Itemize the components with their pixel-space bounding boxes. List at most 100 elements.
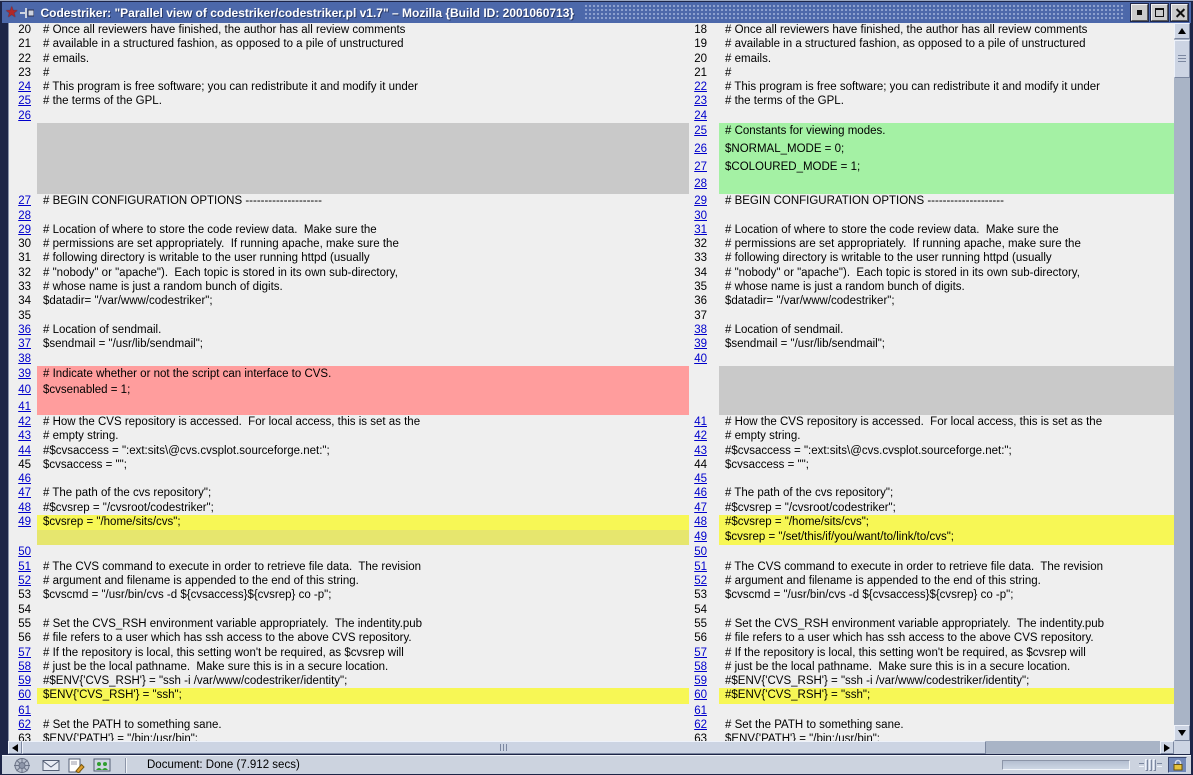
line-number-link[interactable]: 51 xyxy=(18,561,31,573)
line-number-link[interactable]: 57 xyxy=(694,647,707,659)
code-line-left: # following directory is writable to the… xyxy=(37,251,689,265)
line-number-link[interactable]: 59 xyxy=(694,675,707,687)
line-number-link[interactable]: 43 xyxy=(694,445,707,457)
minimize-button[interactable] xyxy=(1131,4,1148,21)
diff-row: 61 61 xyxy=(9,704,1174,718)
code-line-right: $ENV{'PATH'} = "/bin:/usr/bin"; xyxy=(719,732,1174,741)
code-line-right: # the terms of the GPL. xyxy=(719,94,1174,108)
line-number-link[interactable]: 31 xyxy=(694,224,707,236)
line-number-link[interactable]: 43 xyxy=(18,430,31,442)
security-lock-button[interactable] xyxy=(1168,757,1187,773)
line-number-link[interactable]: 29 xyxy=(694,195,707,207)
code-line-left: $cvscmd = "/usr/bin/cvs -d ${cvsaccess}$… xyxy=(37,588,689,602)
statusbar-grippy[interactable] xyxy=(1138,759,1162,771)
left-line-number-cell: 42 xyxy=(9,415,37,429)
line-number-link[interactable]: 48 xyxy=(694,516,707,528)
left-line-number-cell: 44 xyxy=(9,444,37,458)
line-number-link[interactable]: 38 xyxy=(18,353,31,365)
window-pin-icon[interactable] xyxy=(20,6,34,20)
line-number-link[interactable]: 29 xyxy=(18,224,31,236)
line-number-link[interactable]: 52 xyxy=(18,575,31,587)
line-number-link[interactable]: 47 xyxy=(694,502,707,514)
navigator-icon[interactable] xyxy=(10,757,34,774)
line-number-link[interactable]: 22 xyxy=(694,81,707,93)
line-number-link[interactable]: 26 xyxy=(18,110,31,122)
window-menu-star-icon[interactable]: ★ xyxy=(2,5,20,20)
horizontal-scrollbar[interactable] xyxy=(8,741,1174,754)
diff-row: 60$ENV{'CVS_RSH'} = "ssh";60#$ENV{'CVS_R… xyxy=(9,688,1174,703)
line-number-link[interactable]: 57 xyxy=(18,647,31,659)
window-titlebar[interactable]: ★ Codestriker: "Parallel view of codestr… xyxy=(2,2,1191,23)
line-number-link[interactable]: 61 xyxy=(18,705,31,717)
line-number-link[interactable]: 46 xyxy=(18,473,31,485)
line-number-link[interactable]: 26 xyxy=(694,143,707,155)
line-number-link[interactable]: 37 xyxy=(18,338,31,350)
line-number-link[interactable]: 39 xyxy=(18,368,31,380)
line-number-link[interactable]: 36 xyxy=(18,324,31,336)
code-line-left: # permissions are set appropriately. If … xyxy=(37,237,689,251)
close-button[interactable] xyxy=(1171,4,1188,21)
code-line-left: # the terms of the GPL. xyxy=(37,94,689,108)
line-number-link[interactable]: 60 xyxy=(694,689,707,701)
line-number-link[interactable]: 48 xyxy=(18,502,31,514)
composer-icon[interactable] xyxy=(68,758,85,773)
line-number-link[interactable]: 50 xyxy=(694,546,707,558)
line-number-link[interactable]: 51 xyxy=(694,561,707,573)
line-number-link[interactable]: 24 xyxy=(694,110,707,122)
diff-row: 37$sendmail = "/usr/lib/sendmail";39$sen… xyxy=(9,337,1174,351)
line-number-link[interactable]: 62 xyxy=(694,719,707,731)
line-number-link[interactable]: 41 xyxy=(18,401,31,413)
line-number-link[interactable]: 24 xyxy=(18,81,31,93)
line-number-link[interactable]: 50 xyxy=(18,546,31,558)
vertical-scrollbar[interactable] xyxy=(1174,23,1190,741)
left-line-number-cell: 61 xyxy=(9,704,37,718)
code-line-left: # Set the CVS_RSH environment variable a… xyxy=(37,617,689,631)
line-number-link[interactable]: 27 xyxy=(694,161,707,173)
line-number-link[interactable]: 62 xyxy=(18,719,31,731)
line-number-link[interactable]: 28 xyxy=(694,178,707,190)
line-number-link[interactable]: 27 xyxy=(18,195,31,207)
line-number-link[interactable]: 23 xyxy=(694,95,707,107)
scroll-up-button[interactable] xyxy=(1174,23,1190,39)
line-number: 44 xyxy=(694,459,707,471)
line-number-link[interactable]: 28 xyxy=(18,210,31,222)
code-line-left: # whose name is just a random bunch of d… xyxy=(37,280,689,294)
addressbook-icon[interactable] xyxy=(93,758,111,772)
line-number-link[interactable]: 42 xyxy=(694,430,707,442)
line-number-link[interactable]: 44 xyxy=(18,445,31,457)
horizontal-scrollbar-thumb[interactable] xyxy=(22,741,986,754)
code-line-right xyxy=(719,704,1174,718)
line-number-link[interactable]: 40 xyxy=(694,353,707,365)
line-number-link[interactable]: 38 xyxy=(694,324,707,336)
line-number-link[interactable]: 47 xyxy=(18,487,31,499)
right-line-number-cell: 33 xyxy=(689,251,719,265)
code-line-left: $cvsenabled = 1; xyxy=(37,382,689,398)
right-line-number-cell: 21 xyxy=(689,66,719,80)
line-number-link[interactable]: 39 xyxy=(694,338,707,350)
line-number-link[interactable]: 52 xyxy=(694,575,707,587)
scroll-left-button[interactable] xyxy=(8,741,22,754)
line-number-link[interactable]: 58 xyxy=(694,661,707,673)
line-number-link[interactable]: 41 xyxy=(694,416,707,428)
line-number-link[interactable]: 58 xyxy=(18,661,31,673)
vertical-scrollbar-thumb[interactable] xyxy=(1174,40,1190,78)
line-number-link[interactable]: 25 xyxy=(18,95,31,107)
line-number-link[interactable]: 49 xyxy=(694,531,707,543)
line-number-link[interactable]: 40 xyxy=(18,384,31,396)
line-number-link[interactable]: 42 xyxy=(18,416,31,428)
maximize-button[interactable] xyxy=(1151,4,1168,21)
mail-icon[interactable] xyxy=(42,759,60,772)
line-number-link[interactable]: 46 xyxy=(694,487,707,499)
code-line-right: # How the CVS repository is accessed. Fo… xyxy=(719,415,1174,429)
line-number-link[interactable]: 30 xyxy=(694,210,707,222)
up-arrow-icon xyxy=(1178,28,1186,34)
code-line-right: $cvsrep = "/set/this/if/you/want/to/link… xyxy=(719,530,1174,545)
scroll-right-button[interactable] xyxy=(1160,741,1174,754)
scroll-down-button[interactable] xyxy=(1174,725,1190,741)
line-number-link[interactable]: 61 xyxy=(694,705,707,717)
line-number-link[interactable]: 45 xyxy=(694,473,707,485)
line-number-link[interactable]: 59 xyxy=(18,675,31,687)
line-number-link[interactable]: 25 xyxy=(694,125,707,137)
line-number-link[interactable]: 49 xyxy=(18,516,31,528)
line-number-link[interactable]: 60 xyxy=(18,689,31,701)
